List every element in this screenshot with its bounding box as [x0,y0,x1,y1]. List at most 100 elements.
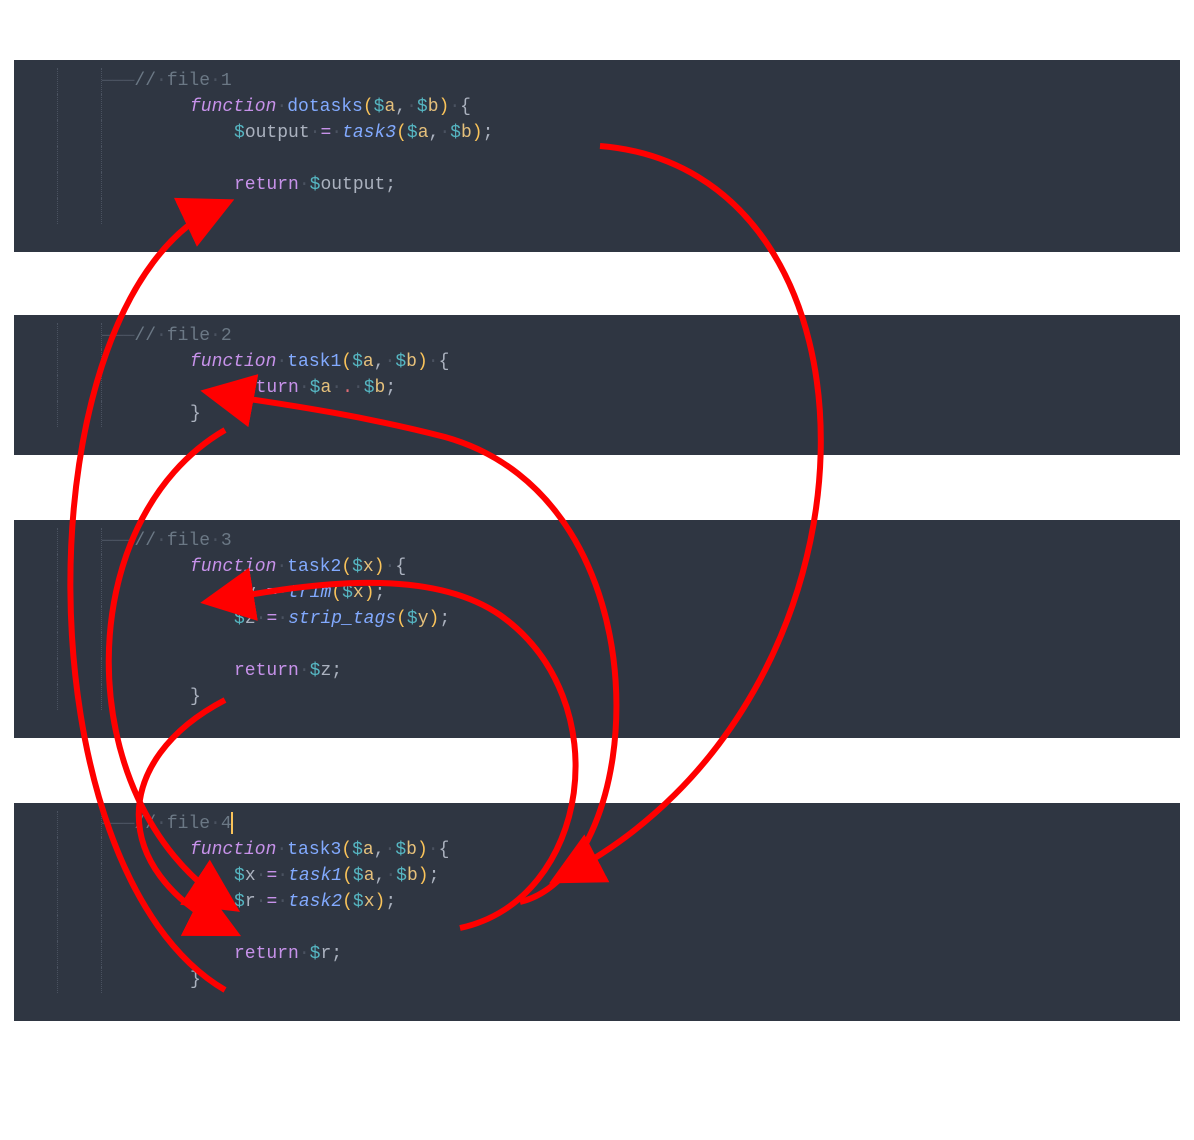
token-keywordret: return [234,378,299,398]
token-ws: · [277,866,288,886]
token-punc: ; [439,609,450,629]
token-punc: ; [429,866,440,886]
token-paren: ( [396,609,407,629]
token-dollar-var: x [364,892,375,912]
token-ws: · [210,71,221,91]
token-paren: ( [341,352,352,372]
token-funccall: strip_tags [288,609,396,629]
token-sigil: $ [395,352,406,372]
code-line: } [14,967,1180,993]
token-keywordret: return [234,175,299,195]
token-dash: ——— [102,531,134,551]
token-ws: · [256,892,267,912]
text-cursor [231,812,233,834]
token-ws: · [428,840,439,860]
token-sigil: $ [234,123,245,143]
token-funcname: task2 [287,557,341,577]
token-ws: · [256,866,267,886]
token-dollar-var: b [428,97,439,117]
code-block-file-2: ———//·file·2function·task1($a,·$b)·{retu… [14,315,1180,455]
token-ws: · [299,175,310,195]
token-funccall: task1 [288,866,342,886]
token-ws: · [276,557,287,577]
code-line: return·$output; [14,172,1180,198]
token-brace: } [190,687,201,707]
token-funccall: task2 [288,892,342,912]
token-brace: } [190,970,201,990]
token-ws: · [299,378,310,398]
token-punc: ; [483,123,494,143]
token-funccall: task3 [342,123,396,143]
token-comment: // [134,814,156,834]
token-punc: ; [385,892,396,912]
token-sigil: $ [450,123,461,143]
token-ws: · [310,123,321,143]
token-dollar-var: x [353,583,364,603]
token-keyword: function [190,352,276,372]
token-brace: { [439,840,450,860]
token-paren: ( [341,840,352,860]
code-line: function·task2($x)·{ [14,554,1180,580]
token-paren: ( [341,557,352,577]
code-block-file-3: ———//·file·3function·task2($x)·{$y·=·tri… [14,520,1180,738]
token-comment: 2 [221,326,232,346]
token-sigil: $ [352,352,363,372]
token-ws: · [331,378,342,398]
token-sigil: $ [310,661,321,681]
token-op: = [320,123,331,143]
token-dollar-var: y [418,609,429,629]
token-comment: // [134,531,156,551]
token-dollar-var: b [407,866,418,886]
token-sigil: $ [374,97,385,117]
token-sigil: $ [353,892,364,912]
token-funcname: task1 [287,352,341,372]
token-dollar-var: b [406,352,417,372]
token-dollar-var: x [363,557,374,577]
token-ws: · [353,378,364,398]
token-op: = [266,892,277,912]
token-ws: · [385,866,396,886]
code-line [14,632,1180,658]
token-var: r [245,892,256,912]
token-comment: file [167,531,210,551]
token-paren: ) [375,892,386,912]
token-ws: · [210,326,221,346]
token-paren: ) [472,123,483,143]
token-sigil: $ [352,840,363,860]
token-punc: ; [385,175,396,195]
token-ws: · [256,609,267,629]
token-punc: ; [331,661,342,681]
token-ws: · [276,352,287,372]
token-sigil: $ [352,557,363,577]
code-line: $x·=·task1($a,·$b); [14,863,1180,889]
token-paren: ) [417,352,428,372]
code-line: return·$z; [14,658,1180,684]
token-var: y [245,583,256,603]
token-op: = [266,583,277,603]
token-dollar-var: a [320,378,331,398]
token-paren: ) [364,583,375,603]
code-line: function·dotasks($a,·$b)·{ [14,94,1180,120]
token-ws: · [449,97,460,117]
token-comment: // [134,326,156,346]
token-var: r [320,944,331,964]
code-line: ———//·file·4 [14,811,1180,837]
code-line: function·task3($a,·$b)·{ [14,837,1180,863]
token-paren: ( [342,892,353,912]
token-ws: · [277,892,288,912]
token-paren: ( [342,866,353,886]
token-ws: · [277,609,288,629]
token-sigil: $ [407,123,418,143]
token-sigil: $ [310,378,321,398]
code-line: ———//·file·2 [14,323,1180,349]
token-comment: 1 [221,71,232,91]
code-line: } [14,198,1180,224]
token-brace: { [439,352,450,372]
token-sigil: $ [234,609,245,629]
token-punc: , [429,123,440,143]
token-sigil: $ [407,609,418,629]
token-ws: · [156,531,167,551]
token-ws: · [156,814,167,834]
token-ws: · [276,97,287,117]
token-ws: · [299,944,310,964]
